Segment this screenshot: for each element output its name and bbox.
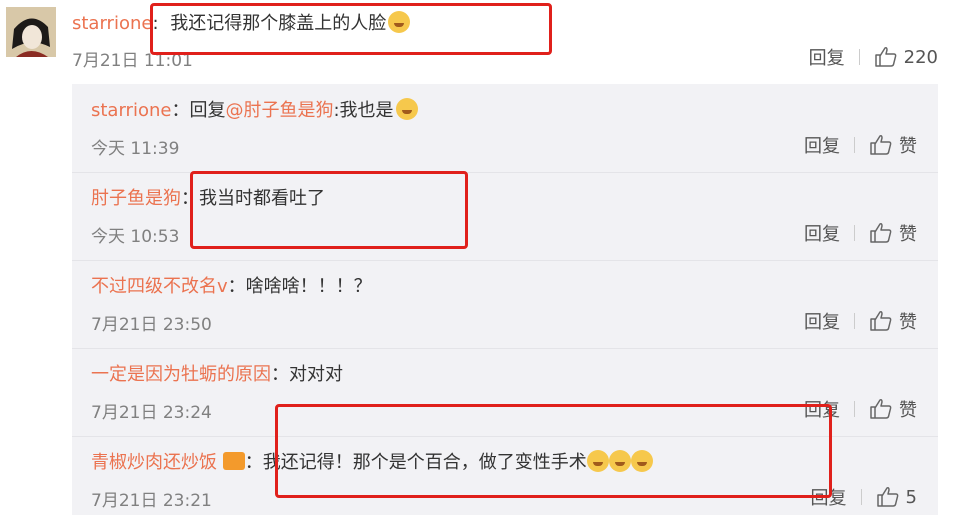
divider — [854, 225, 855, 241]
reply-username[interactable]: 一定是因为牡蛎的原因 — [91, 364, 271, 385]
reply-username[interactable]: 不过四级不改名v — [91, 276, 228, 297]
comment-text: 我还记得那个膝盖上的人脸 — [170, 13, 387, 34]
comment-actions: 回复 220 — [809, 44, 938, 70]
like-label: 赞 — [899, 224, 917, 245]
reply-username[interactable]: 青椒炒肉还炒饭 — [91, 452, 217, 473]
reply-text: 对对对 — [289, 364, 343, 385]
thumbs-up-icon — [870, 311, 892, 331]
like-count: 220 — [903, 46, 938, 68]
mention-link[interactable]: @肘子鱼是狗 — [225, 100, 333, 121]
reply-text-line: 不过四级不改名v：啥啥啥！！！？ — [91, 272, 372, 298]
divider — [854, 137, 855, 153]
reply-username[interactable]: 肘子鱼是狗 — [91, 188, 181, 209]
username-separator: ： — [227, 276, 246, 297]
like-count: 5 — [905, 486, 917, 508]
reply-time: 7月21日 23:21 — [91, 491, 212, 511]
reply-username[interactable]: starrione — [91, 100, 171, 121]
reply-text-line: 一定是因为牡蛎的原因：对对对 — [91, 360, 343, 386]
comment-time: 7月21日 11:01 — [72, 51, 193, 71]
like-label: 赞 — [899, 136, 917, 157]
list-item: 一定是因为牡蛎的原因：对对对 7月21日 23:24 回复 赞 — [72, 348, 938, 437]
reply-button[interactable]: 回复 — [809, 44, 845, 70]
reply-text-line: 青椒炒肉还炒饭 ：我还记得！那个是个百合，做了变性手术 — [91, 448, 653, 474]
username-separator: : — [152, 13, 159, 34]
reply-text: :我也是 — [333, 100, 394, 121]
reply-time: 今天 11:39 — [91, 139, 180, 159]
reply-list: starrione：回复@肘子鱼是狗:我也是 今天 11:39 回复 赞 肘子鱼… — [72, 84, 938, 515]
like-button[interactable]: 220 — [874, 46, 938, 68]
list-item: 不过四级不改名v：啥啥啥！！！？ 7月21日 23:50 回复 赞 — [72, 260, 938, 349]
vip-badge-icon — [222, 452, 245, 470]
reply-prefix: 回复 — [189, 100, 226, 121]
reply-text-line: 肘子鱼是狗：我当时都看吐了 — [91, 184, 325, 210]
thumbs-up-icon — [870, 223, 892, 243]
divider — [854, 401, 855, 417]
main-comment-text-line: starrione: 我还记得那个膝盖上的人脸 — [72, 9, 411, 35]
reply-text: 啥啥啥！！！？ — [245, 276, 372, 297]
reply-button[interactable]: 回复 — [804, 396, 840, 422]
like-label: 赞 — [899, 312, 917, 333]
list-item: starrione：回复@肘子鱼是狗:我也是 今天 11:39 回复 赞 — [72, 84, 938, 173]
thumbs-up-icon — [870, 399, 892, 419]
reply-text: 我当时都看吐了 — [199, 188, 325, 209]
reply-actions: 回复 5 — [811, 484, 917, 510]
reply-button[interactable]: 回复 — [804, 220, 840, 246]
reply-actions: 回复 赞 — [804, 220, 917, 246]
like-button[interactable]: 赞 — [869, 220, 917, 246]
emoji-icon — [395, 98, 418, 120]
username-separator: ： — [271, 364, 289, 385]
emoji-icon — [388, 11, 411, 33]
divider — [858, 49, 860, 65]
username-separator: ： — [244, 452, 263, 473]
reply-actions: 回复 赞 — [804, 308, 917, 334]
thumbs-up-icon — [874, 47, 896, 67]
like-button[interactable]: 赞 — [869, 308, 917, 334]
emoji-icon — [586, 450, 609, 472]
reply-time: 今天 10:53 — [91, 227, 180, 247]
like-label: 赞 — [899, 400, 917, 421]
emoji-icon — [630, 450, 653, 472]
divider — [860, 489, 862, 505]
list-item: 肘子鱼是狗：我当时都看吐了 今天 10:53 回复 赞 — [72, 172, 938, 261]
like-button[interactable]: 赞 — [869, 132, 917, 158]
reply-actions: 回复 赞 — [804, 132, 917, 158]
list-item: 青椒炒肉还炒饭 ：我还记得！那个是个百合，做了变性手术 7月21日 23:21 … — [72, 436, 938, 524]
divider — [854, 313, 855, 329]
reply-button[interactable]: 回复 — [804, 132, 840, 158]
thumbs-up-icon — [870, 135, 892, 155]
like-button[interactable]: 赞 — [869, 396, 917, 422]
reply-time: 7月21日 23:50 — [91, 315, 212, 335]
emoji-icon — [608, 450, 631, 472]
reply-text-line: starrione：回复@肘子鱼是狗:我也是 — [91, 96, 418, 122]
username-separator: ： — [171, 100, 190, 121]
reply-actions: 回复 赞 — [804, 396, 917, 422]
reply-time: 7月21日 23:24 — [91, 403, 212, 423]
thumbs-up-icon — [876, 487, 898, 507]
main-comment: starrione: 我还记得那个膝盖上的人脸 7月21日 11:01 回复 2… — [72, 0, 948, 80]
username-separator: ： — [181, 188, 199, 209]
reply-text: 我还记得！那个是个百合，做了变性手术 — [262, 452, 587, 473]
reply-button[interactable]: 回复 — [804, 308, 840, 334]
comment-username[interactable]: starrione — [72, 13, 152, 34]
reply-button[interactable]: 回复 — [811, 484, 847, 510]
like-button[interactable]: 5 — [876, 486, 917, 508]
avatar[interactable] — [6, 7, 56, 57]
